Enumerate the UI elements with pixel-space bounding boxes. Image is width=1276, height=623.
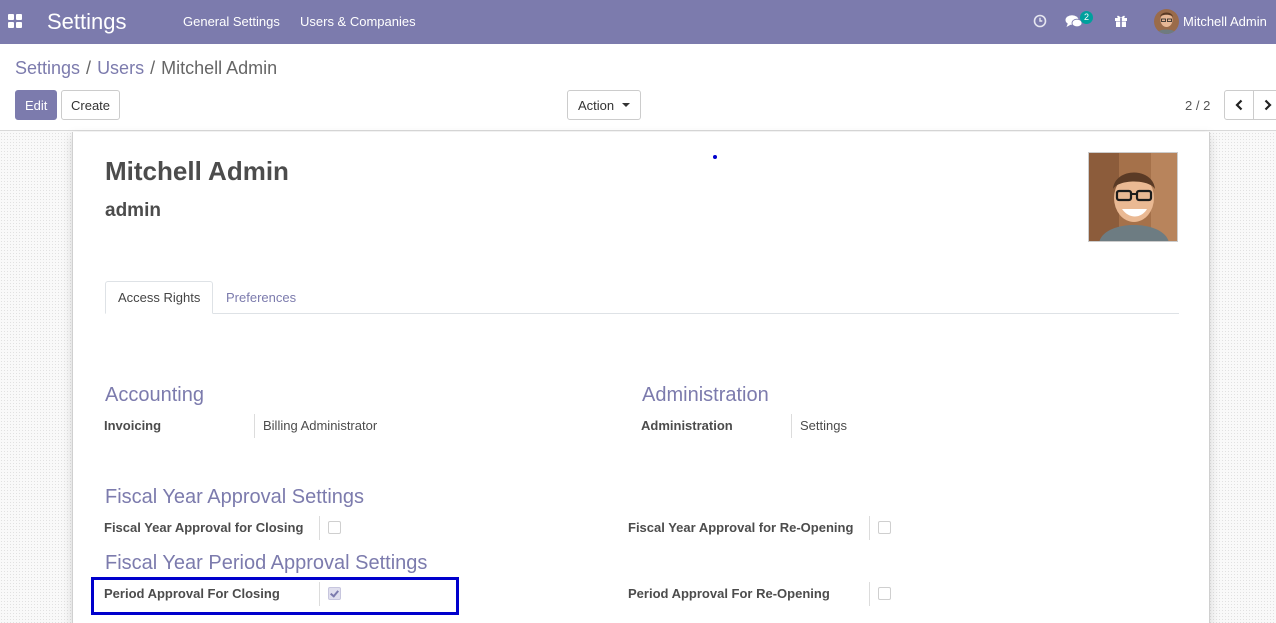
period-reopening-label: Period Approval For Re-Opening	[628, 586, 830, 601]
breadcrumb-separator: /	[86, 58, 92, 78]
menu-general-settings[interactable]: General Settings	[183, 14, 280, 29]
pager-next-button[interactable]	[1253, 90, 1276, 120]
breadcrumb-separator: /	[150, 58, 156, 78]
chevron-right-icon	[1264, 99, 1272, 111]
fy-reopening-checkbox[interactable]	[878, 521, 891, 534]
clock-icon[interactable]	[1031, 12, 1049, 30]
action-dropdown-button[interactable]: Action	[567, 90, 642, 120]
menu-users-companies[interactable]: Users & Companies	[300, 14, 416, 29]
notebook-tabs: Access Rights Preferences	[105, 281, 1179, 314]
chat-badge: 2	[1080, 11, 1094, 24]
fy-reopening-label: Fiscal Year Approval for Re-Opening	[628, 520, 854, 535]
fy-closing-label: Fiscal Year Approval for Closing	[104, 520, 304, 535]
action-label: Action	[578, 97, 615, 113]
chevron-left-icon	[1235, 99, 1243, 111]
field-separator	[869, 516, 870, 540]
record-login: admin	[105, 200, 161, 221]
section-title-fiscal-year: Fiscal Year Approval Settings	[105, 486, 365, 508]
breadcrumb-settings[interactable]: Settings	[15, 58, 80, 78]
breadcrumb-users[interactable]: Users	[97, 58, 144, 78]
field-separator	[319, 516, 320, 540]
pager-value[interactable]: 2 / 2	[1185, 98, 1210, 113]
record-avatar-image[interactable]	[1088, 152, 1178, 242]
administration-label: Administration	[641, 418, 733, 433]
invoicing-label: Invoicing	[104, 418, 162, 433]
top-navbar: Settings General Settings Users & Compan…	[0, 0, 1276, 44]
pager-previous-button[interactable]	[1224, 90, 1254, 120]
user-menu-name[interactable]: Mitchell Admin	[1183, 14, 1267, 29]
field-separator	[254, 414, 255, 438]
breadcrumb: Settings / Users / Mitchell Admin	[15, 58, 277, 79]
field-separator	[869, 582, 870, 606]
caret-down-icon	[622, 103, 631, 107]
invoicing-select[interactable]: Billing Administrator	[263, 418, 377, 433]
section-title-fiscal-period: Fiscal Year Period Approval Settings	[105, 552, 428, 574]
section-title-administration: Administration	[642, 384, 769, 406]
record-name: Mitchell Admin	[105, 156, 289, 186]
section-title-accounting: Accounting	[105, 384, 204, 406]
form-sheet: Mitchell Admin admin Access Rights Prefe…	[72, 132, 1210, 623]
control-panel: Settings / Users / Mitchell Admin Edit Creat…	[0, 44, 1276, 131]
breadcrumb-current: Mitchell Admin	[161, 58, 278, 78]
highlight-annotation-box	[91, 577, 459, 615]
fy-closing-checkbox[interactable]	[328, 521, 341, 534]
tab-access-rights[interactable]: Access Rights	[105, 281, 214, 314]
administration-select[interactable]: Settings	[800, 418, 847, 433]
gift-icon[interactable]	[1112, 12, 1130, 30]
apps-menu-icon[interactable]	[8, 14, 22, 28]
tab-preferences[interactable]: Preferences	[214, 281, 308, 314]
app-title[interactable]: Settings	[47, 9, 127, 35]
period-reopening-checkbox[interactable]	[878, 587, 891, 600]
field-separator	[791, 414, 792, 438]
create-button[interactable]: Create	[61, 90, 121, 120]
cursor-dot	[713, 155, 717, 159]
edit-button[interactable]: Edit	[15, 90, 58, 120]
user-avatar[interactable]	[1154, 9, 1179, 34]
